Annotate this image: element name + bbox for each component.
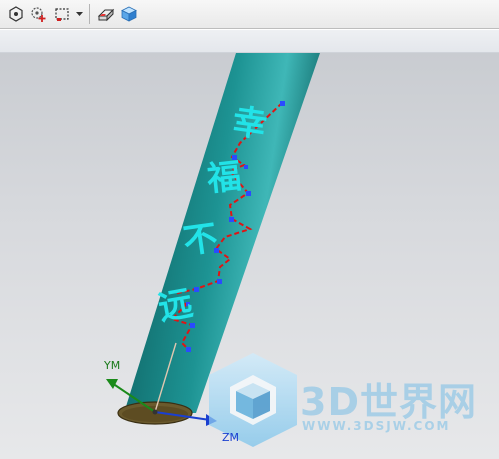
hexagon-dot-icon[interactable]: [6, 4, 26, 24]
eraser-icon[interactable]: [96, 4, 116, 24]
ym-axis-label: YM: [104, 359, 121, 372]
cube-icon[interactable]: [119, 4, 139, 24]
3d-viewport[interactable]: 幸 福 不 远 YM ZM 3D世界网 WWW.3DSJW.COM: [0, 53, 499, 459]
zm-axis-label: ZM: [222, 431, 240, 444]
watermark-brand: 3D世界网: [300, 380, 477, 424]
toolbar-band: [0, 30, 499, 53]
toolbar: [0, 0, 499, 29]
engraved-character: 远: [155, 283, 195, 328]
dashed-rectangle-icon[interactable]: [52, 4, 72, 24]
engraved-character: 不: [181, 218, 220, 262]
cylinder-body: [124, 53, 320, 413]
ym-arrow-icon: [106, 379, 118, 389]
chevron-down-icon[interactable]: [75, 4, 83, 24]
engraved-character: 幸: [230, 102, 269, 146]
engraved-character: 福: [204, 156, 243, 199]
watermark-url: WWW.3DSJW.COM: [302, 419, 451, 433]
gear-plus-icon[interactable]: [29, 4, 49, 24]
toolbar-separator: [89, 4, 90, 24]
